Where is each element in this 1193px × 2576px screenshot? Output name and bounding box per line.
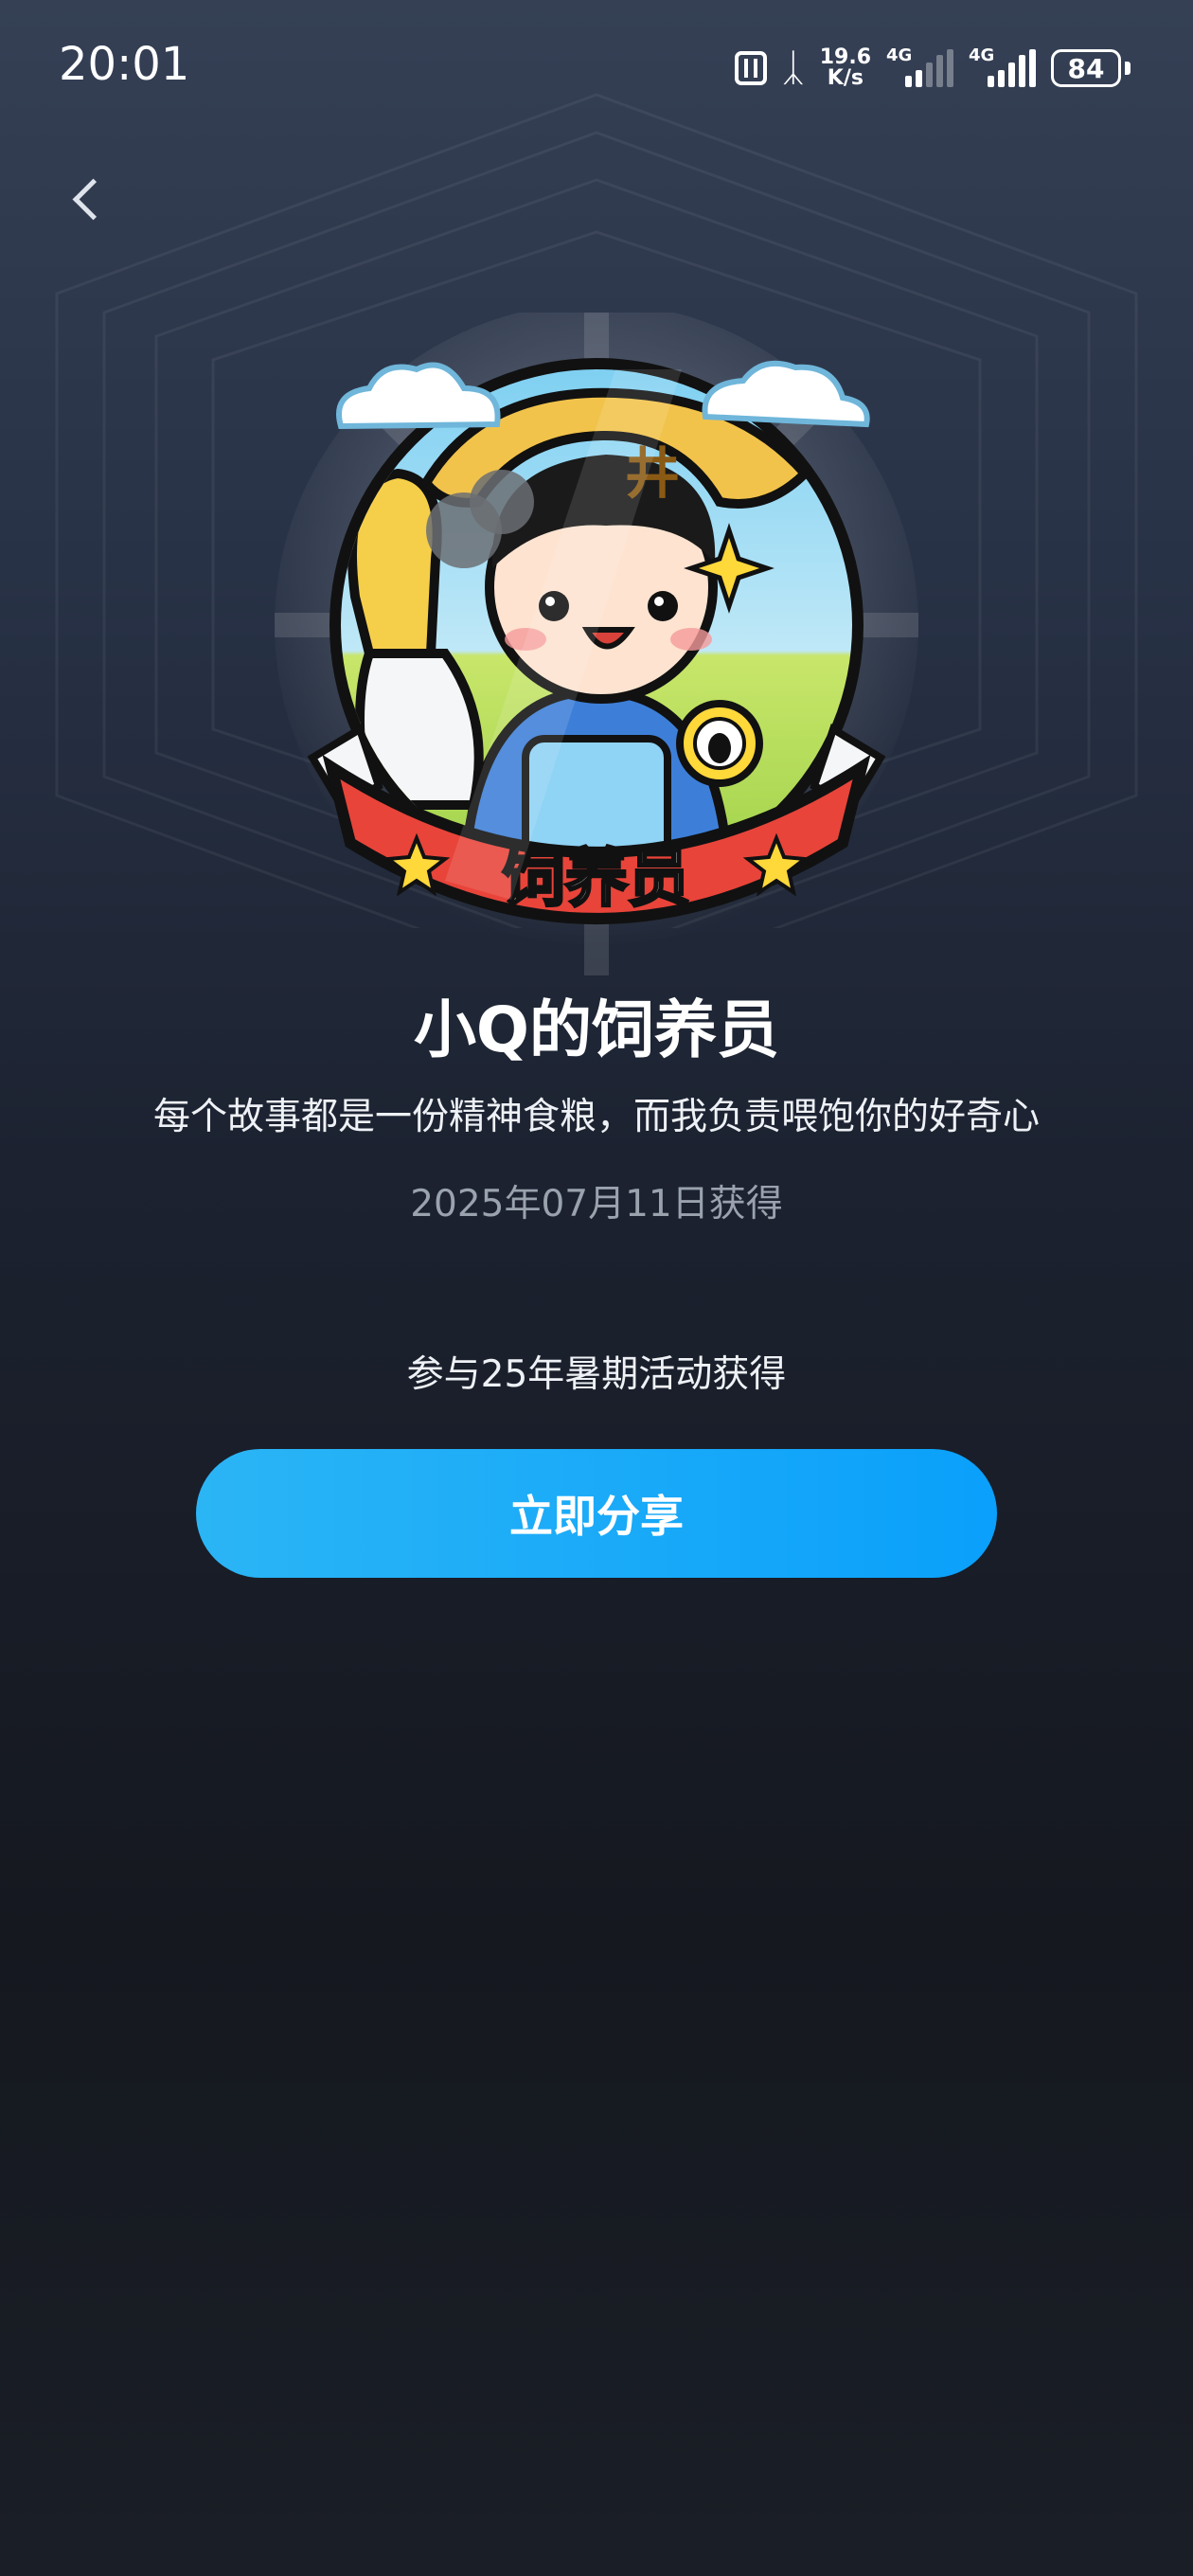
network-speed-value: 19.6 [819,45,871,69]
achievement-date: 2025年07月11日获得 [410,1183,783,1225]
badge-ribbon-text: 饲养员 [503,842,690,915]
achievement-description: 每个故事都是一份精神食粮，而我负责喂饱你的好奇心 [152,1096,1040,1138]
achievement-title: 小Q的饲养员 [413,993,780,1066]
signal-sim2-label: 4G [969,45,995,65]
achievement-badge: 井 饲养员 [275,313,918,975]
achievement-source: 参与25年暑期活动获得 [406,1353,787,1396]
share-button[interactable]: 立即分享 [196,1449,997,1578]
signal-sim1-label: 4G [886,45,913,65]
